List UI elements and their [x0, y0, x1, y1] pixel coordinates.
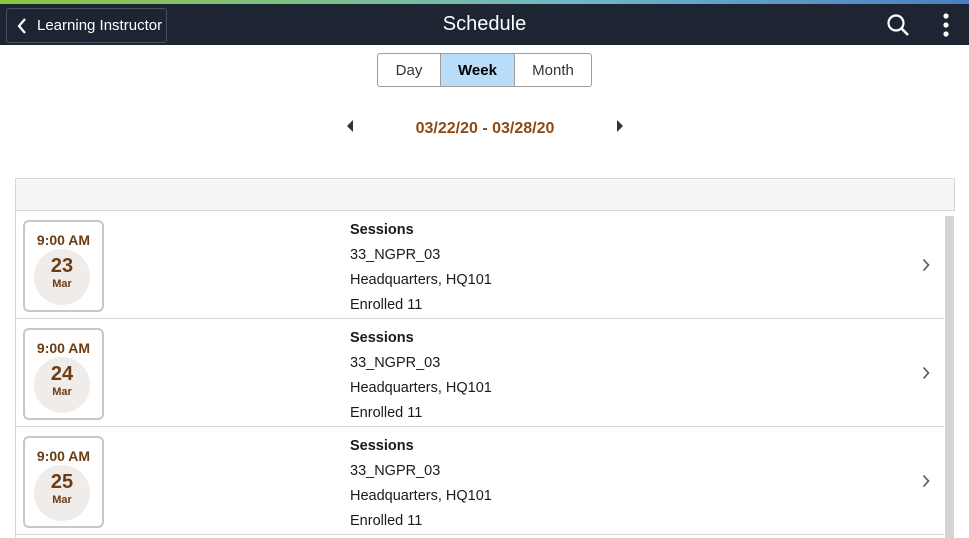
session-info: Sessions 33_NGPR_03 Headquarters, HQ101 …	[350, 434, 492, 534]
session-list: 9:00 AM 23 Mar Sessions 33_NGPR_03 Headq…	[15, 211, 955, 538]
tab-week[interactable]: Week	[441, 54, 515, 86]
session-code: 33_NGPR_03	[350, 247, 441, 263]
session-enrolled: Enrolled 11	[350, 297, 423, 313]
triangle-right-icon[interactable]	[615, 119, 625, 133]
session-time: 9:00 AM	[36, 232, 91, 248]
tab-day[interactable]: Day	[378, 54, 441, 86]
session-enrolled: Enrolled 11	[350, 405, 423, 421]
session-enrolled: Enrolled 11	[350, 513, 423, 529]
session-day: 23	[50, 255, 74, 277]
date-circle: 24 Mar	[34, 357, 90, 413]
session-time: 9:00 AM	[36, 340, 91, 356]
view-toggle: Day Week Month	[377, 53, 592, 87]
session-location: Headquarters, HQ101	[350, 380, 492, 396]
session-time: 9:00 AM	[36, 448, 91, 464]
session-month: Mar	[52, 494, 72, 506]
session-info: Sessions 33_NGPR_03 Headquarters, HQ101 …	[350, 218, 492, 318]
tab-month[interactable]: Month	[515, 54, 591, 86]
session-month: Mar	[52, 386, 72, 398]
date-badge: 9:00 AM 24 Mar	[23, 328, 104, 420]
page-title: Schedule	[442, 13, 527, 35]
kebab-menu-icon[interactable]	[938, 13, 954, 37]
session-month: Mar	[52, 278, 72, 290]
session-day: 24	[50, 363, 74, 385]
list-item[interactable]: 9:00 AM 23 Mar Sessions 33_NGPR_03 Headq…	[16, 211, 944, 319]
list-item[interactable]: 9:00 AM 24 Mar Sessions 33_NGPR_03 Headq…	[16, 319, 944, 427]
list-header	[15, 178, 955, 211]
chevron-right-icon	[922, 366, 930, 380]
chevron-right-icon	[922, 474, 930, 488]
date-circle: 25 Mar	[34, 465, 90, 521]
date-badge: 9:00 AM 25 Mar	[23, 436, 104, 528]
session-code: 33_NGPR_03	[350, 463, 441, 479]
session-type: Sessions	[350, 330, 414, 346]
date-circle: 23 Mar	[34, 249, 90, 305]
session-type: Sessions	[350, 438, 414, 454]
list-scrollbar[interactable]	[945, 216, 954, 538]
header-bar: Learning Instructor Schedule	[0, 0, 969, 45]
session-day: 25	[50, 471, 74, 493]
chevron-right-icon	[922, 258, 930, 272]
date-badge: 9:00 AM 23 Mar	[23, 220, 104, 312]
search-icon[interactable]	[886, 13, 910, 37]
session-code: 33_NGPR_03	[350, 355, 441, 371]
session-type: Sessions	[350, 222, 414, 238]
triangle-left-icon[interactable]	[345, 119, 355, 133]
header-accent-stripe	[0, 0, 969, 4]
session-info: Sessions 33_NGPR_03 Headquarters, HQ101 …	[350, 326, 492, 426]
session-location: Headquarters, HQ101	[350, 272, 492, 288]
date-range: 03/22/20 - 03/28/20	[415, 120, 555, 137]
session-location: Headquarters, HQ101	[350, 488, 492, 504]
list-item[interactable]: 9:00 AM 25 Mar Sessions 33_NGPR_03 Headq…	[16, 427, 944, 535]
